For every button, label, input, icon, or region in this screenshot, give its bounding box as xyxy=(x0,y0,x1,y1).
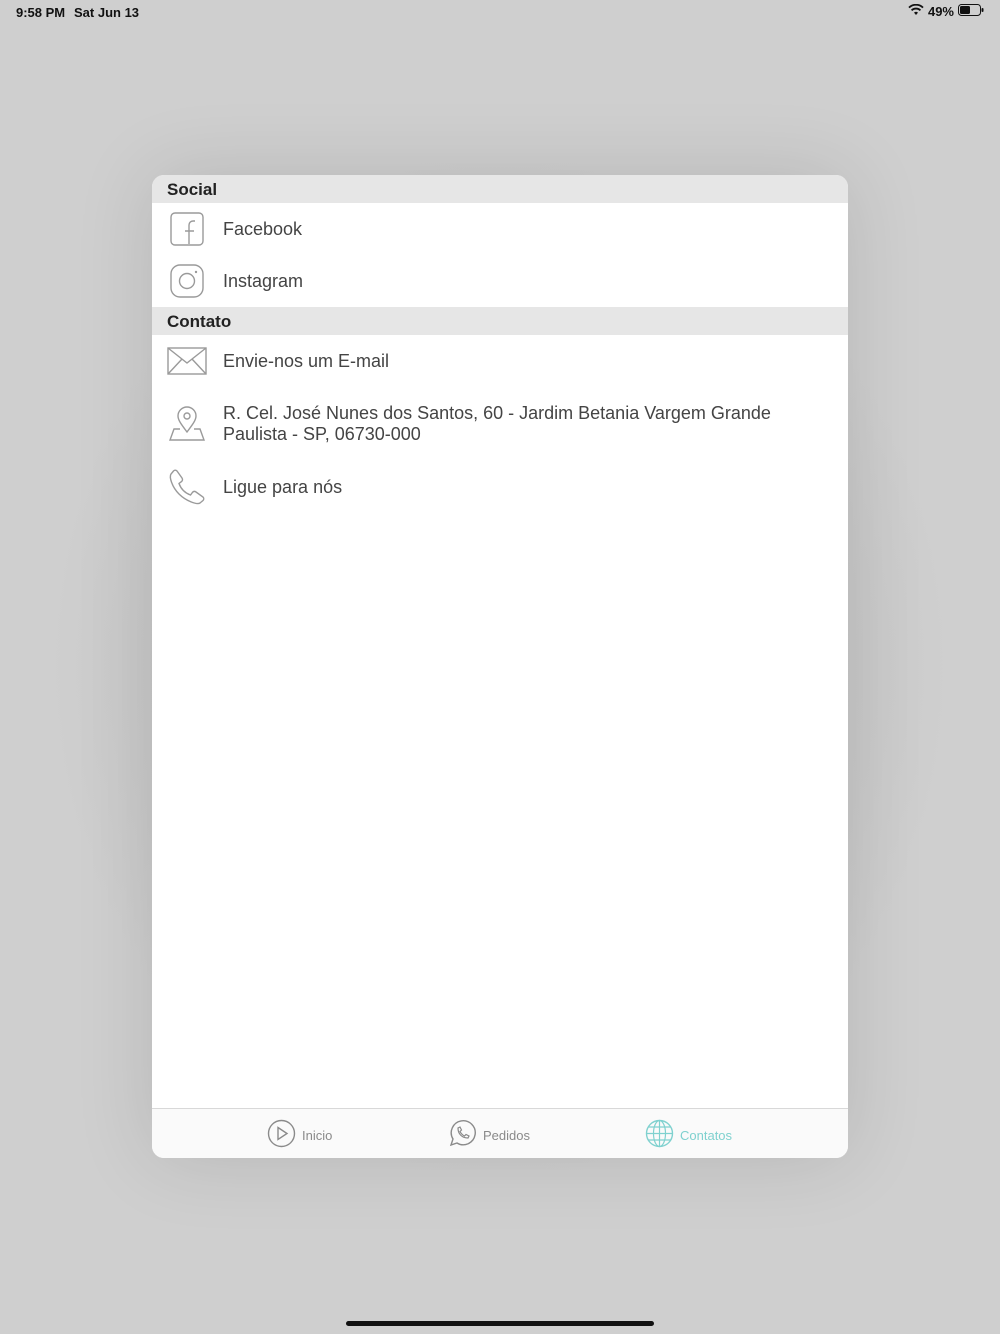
tab-contatos-label: Contatos xyxy=(680,1127,733,1143)
phone-row[interactable]: Ligue para nós xyxy=(152,461,848,513)
tab-contatos[interactable]: Contatos xyxy=(645,1119,732,1151)
email-row[interactable]: Envie-nos um E-mail xyxy=(152,335,848,387)
mail-icon xyxy=(167,341,207,381)
section-header-contato: Contato xyxy=(152,307,848,335)
whatsapp-icon xyxy=(448,1119,477,1151)
battery-percent: 49% xyxy=(927,4,954,19)
phone-icon xyxy=(167,467,207,507)
instagram-row[interactable]: Instagram xyxy=(152,255,848,307)
status-time: 9:58 PM xyxy=(16,5,66,20)
facebook-row[interactable]: Facebook xyxy=(152,203,848,255)
map-pin-icon xyxy=(167,404,207,444)
wifi-icon xyxy=(908,3,924,19)
section-header-social: Social xyxy=(152,175,848,203)
play-icon xyxy=(267,1119,296,1151)
tab-pedidos-label: Pedidos xyxy=(483,1127,530,1143)
tab-inicio-label: Inicio xyxy=(302,1127,333,1143)
facebook-icon xyxy=(167,209,207,249)
tab-pedidos[interactable]: Pedidos xyxy=(448,1119,530,1151)
status-date: Sat Jun 13 xyxy=(74,5,140,20)
address-label: R. Cel. José Nunes dos Santos, 60 - Jard… xyxy=(223,403,771,444)
home-indicator[interactable] xyxy=(346,1321,654,1326)
screen: 9:58 PM Sat Jun 13 49% Social Facebook I… xyxy=(0,0,1000,1334)
status-bar: 9:58 PM Sat Jun 13 49% xyxy=(0,0,1000,24)
contacts-modal: Social Facebook Instagram Contato Envie-… xyxy=(152,175,848,1158)
instagram-label: Instagram xyxy=(223,270,304,291)
tab-inicio[interactable]: Inicio xyxy=(267,1119,332,1151)
battery-icon xyxy=(958,4,984,19)
tab-bar: Inicio Pedidos Contatos xyxy=(152,1108,848,1158)
facebook-label: Facebook xyxy=(223,218,303,239)
phone-label: Ligue para nós xyxy=(223,476,343,497)
globe-icon xyxy=(645,1119,674,1151)
instagram-icon xyxy=(167,261,207,301)
email-label: Envie-nos um E-mail xyxy=(223,350,390,371)
address-row[interactable]: R. Cel. José Nunes dos Santos, 60 - Jard… xyxy=(152,387,848,461)
status-indicators: 49% xyxy=(908,3,984,19)
